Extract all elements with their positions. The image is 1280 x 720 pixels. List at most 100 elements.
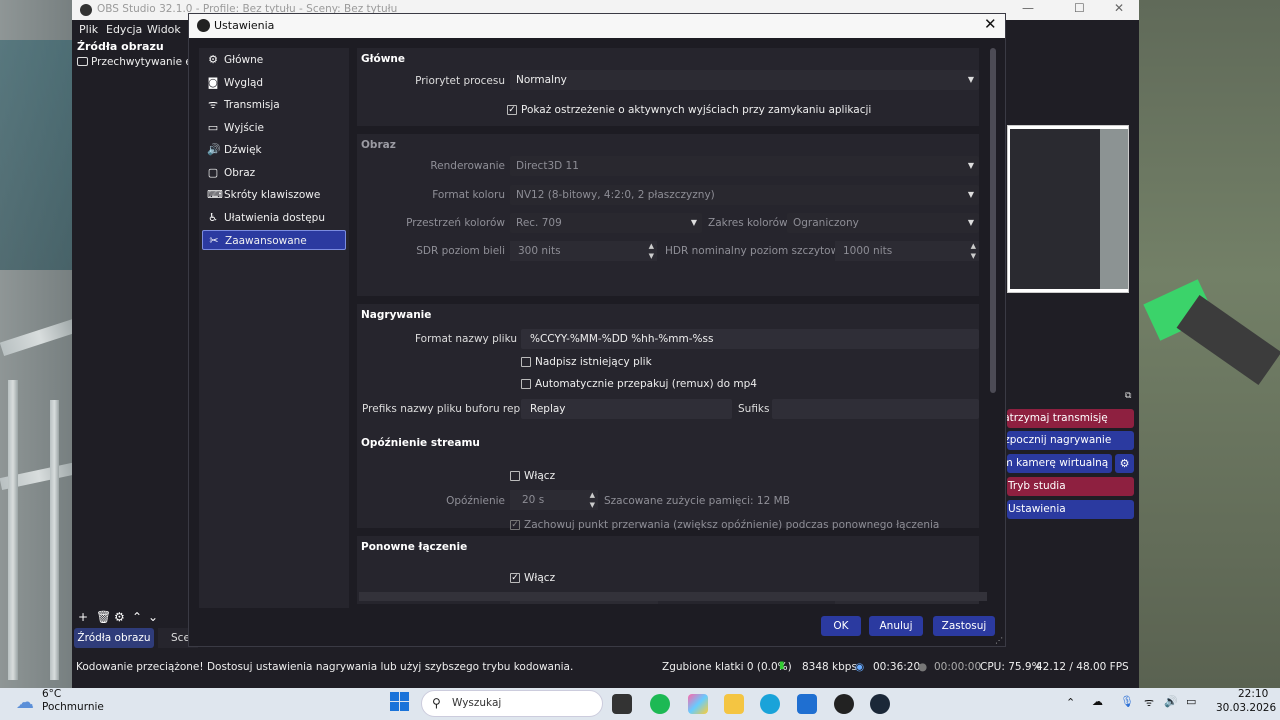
- color-space-value: Rec. 709: [516, 217, 562, 229]
- chevron-down-icon: ▼: [967, 161, 974, 170]
- obs-taskbar-icon[interactable]: [834, 694, 854, 714]
- priority-select[interactable]: Normalny ▼: [510, 70, 979, 90]
- apply-button[interactable]: Zastosuj: [933, 616, 995, 636]
- overwrite-checkbox[interactable]: Nadpisz istniejący plik: [521, 356, 652, 368]
- vertical-scrollbar[interactable]: [990, 48, 996, 393]
- remux-checkbox[interactable]: Automatycznie przepakuj (remux) do mp4: [521, 378, 757, 390]
- preserve-checkbox[interactable]: ✓ Zachowuj punkt przerwania (zwiększ opóź…: [510, 519, 939, 531]
- checkmark-icon: ✓: [510, 520, 520, 530]
- edge-icon[interactable]: [760, 694, 780, 714]
- renderer-select[interactable]: Direct3D 11 ▼: [510, 156, 979, 176]
- color-format-value: NV12 (8-bitowy, 4:2:0, 2 płaszczyzny): [516, 189, 715, 201]
- store-icon[interactable]: [797, 694, 817, 714]
- source-item-label: Przechwytywanie ekranu: [91, 56, 192, 68]
- monitor-icon: ▢: [207, 166, 219, 179]
- virtual-camera-button[interactable]: Uruchom kamerę wirtualną: [1007, 454, 1112, 473]
- microphone-icon[interactable]: 🎙: [1120, 695, 1134, 708]
- minimize-icon[interactable]: —: [1022, 1, 1034, 15]
- source-item[interactable]: Przechwytywanie ekranu: [77, 56, 192, 72]
- spin-arrows-icon[interactable]: ▲ ▼: [971, 241, 976, 261]
- spin-arrows-icon[interactable]: ▲ ▼: [590, 490, 595, 510]
- group-title: Obraz: [361, 139, 396, 151]
- delay-enable-checkbox[interactable]: Włącz: [510, 470, 555, 482]
- taskbar-search[interactable]: ⚲ Wyszukaj: [421, 690, 603, 717]
- sources-panel: Źródła obrazu Przechwytywanie ekranu: [72, 40, 192, 610]
- record-icon: ●: [918, 661, 928, 673]
- tab-sources[interactable]: Źródła obrazu: [74, 628, 154, 648]
- nav-item-stream[interactable]: ᯤ Transmisja: [202, 95, 346, 115]
- clock-time[interactable]: 22:10: [1238, 688, 1268, 700]
- appearance-icon: ◙: [207, 76, 219, 89]
- group-recording: Nagrywanie Format nazwy pliku %CCYY-%MM-…: [357, 304, 979, 434]
- keyboard-icon: ⌨: [207, 188, 223, 201]
- stop-stream-button[interactable]: Zatrzymaj transmisję: [1007, 409, 1134, 428]
- nav-item-accessibility[interactable]: ♿ Ułatwienia dostępu: [202, 208, 346, 228]
- add-icon[interactable]: +: [78, 610, 88, 624]
- nav-item-general[interactable]: ⚙ Główne: [202, 50, 346, 70]
- start-recording-button[interactable]: Rozpocznij nagrywanie: [1007, 431, 1134, 450]
- color-range-label: Zakres kolorów: [708, 217, 788, 229]
- ok-button[interactable]: OK: [821, 616, 861, 636]
- search-icon: ⚲: [432, 696, 441, 710]
- nav-item-appearance[interactable]: ◙ Wygląd: [202, 73, 346, 93]
- clock-date[interactable]: 30.03.2026: [1216, 702, 1276, 714]
- color-range-select[interactable]: Ograniczony ▼: [787, 213, 979, 233]
- sdr-spinbox[interactable]: 300 nits ▲ ▼: [510, 241, 657, 261]
- trash-icon[interactable]: 🗑: [96, 610, 111, 624]
- menu-view[interactable]: Widok: [147, 23, 181, 36]
- obs-logo-icon: [80, 4, 92, 16]
- nav-item-advanced[interactable]: ✂ Zaawansowane: [202, 230, 346, 250]
- app-terminal-icon[interactable]: [612, 694, 632, 714]
- settings-button[interactable]: Ustawienia: [1007, 500, 1134, 519]
- memory-estimate: Szacowane zużycie pamięci: 12 MB: [604, 495, 790, 507]
- gear-icon: ⚙: [208, 53, 218, 66]
- file-explorer-icon[interactable]: [724, 694, 744, 714]
- color-space-select[interactable]: Rec. 709 ▼: [510, 213, 702, 233]
- nav-item-audio[interactable]: 🔊 Dźwięk: [202, 140, 346, 160]
- color-format-select[interactable]: NV12 (8-bitowy, 4:2:0, 2 płaszczyzny) ▼: [510, 185, 979, 205]
- close-icon[interactable]: ✕: [984, 15, 997, 33]
- nav-item-hotkeys[interactable]: ⌨ Skróty klawiszowe: [202, 185, 346, 205]
- close-icon[interactable]: ✕: [1114, 1, 1124, 15]
- nav-item-label: Zaawansowane: [225, 235, 307, 247]
- onedrive-icon[interactable]: ☁: [1092, 695, 1103, 708]
- move-down-icon[interactable]: ⌄: [148, 610, 158, 624]
- gear-icon[interactable]: ⚙: [114, 610, 125, 624]
- broadcast-icon: ᯤ: [207, 98, 219, 111]
- replay-prefix-field[interactable]: Replay: [521, 399, 732, 419]
- sdr-value: 300 nits: [518, 245, 561, 257]
- cancel-button[interactable]: Anuluj: [869, 616, 923, 636]
- maximize-icon[interactable]: ☐: [1074, 1, 1085, 15]
- nav-item-video[interactable]: ▢ Obraz: [202, 163, 346, 183]
- group-title: Opóźnienie streamu: [361, 437, 480, 449]
- windows-start-icon[interactable]: [390, 692, 409, 711]
- suffix-field[interactable]: [772, 399, 979, 419]
- menu-edit[interactable]: Edycja: [106, 23, 142, 36]
- nav-item-label: Dźwięk: [224, 144, 262, 156]
- overwrite-label: Nadpisz istniejący plik: [535, 356, 652, 368]
- virtual-camera-settings-icon[interactable]: ⚙: [1115, 454, 1134, 473]
- preserve-label: Zachowuj punkt przerwania (zwiększ opóźn…: [524, 519, 940, 531]
- spotify-icon[interactable]: [650, 694, 670, 714]
- warn-exit-checkbox[interactable]: ✓ Pokaż ostrzeżenie o aktywnych wyjściach…: [507, 104, 871, 116]
- hdr-spinbox[interactable]: 1000 nits ▲ ▼: [835, 241, 979, 261]
- accessibility-icon: ♿: [208, 211, 218, 224]
- reconnect-enable-checkbox[interactable]: ✓ Włącz: [510, 572, 555, 584]
- filename-format-field[interactable]: %CCYY-%MM-%DD %hh-%mm-%ss: [521, 329, 979, 349]
- volume-icon[interactable]: 🔊: [1164, 695, 1178, 708]
- nav-item-output[interactable]: ▭ Wyjście: [202, 118, 346, 138]
- wifi-icon[interactable]: ᯤ: [1144, 695, 1154, 710]
- chevron-up-icon[interactable]: ⌃: [1066, 696, 1075, 709]
- battery-icon[interactable]: ▭: [1186, 695, 1196, 708]
- delay-spinbox[interactable]: 20 s ▲ ▼: [510, 490, 598, 510]
- studio-mode-button[interactable]: Tryb studia: [1007, 477, 1134, 496]
- horizontal-scrollbar[interactable]: [359, 592, 987, 601]
- copilot-icon[interactable]: [688, 694, 708, 714]
- move-up-icon[interactable]: ⌃: [132, 610, 142, 624]
- spin-arrows-icon[interactable]: ▲ ▼: [649, 241, 654, 261]
- nav-item-label: Wygląd: [224, 77, 264, 89]
- steam-icon[interactable]: [870, 694, 890, 714]
- resize-grip-icon[interactable]: ⋰: [995, 636, 1003, 645]
- priority-value: Normalny: [516, 74, 567, 86]
- menu-file[interactable]: Plik: [79, 23, 98, 36]
